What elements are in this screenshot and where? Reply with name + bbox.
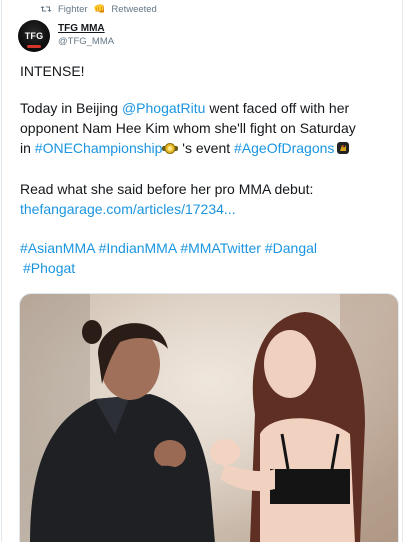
avatar-accent	[27, 45, 41, 48]
mention-link[interactable]: @PhogatRitu	[122, 100, 205, 116]
hashtag-link[interactable]: #IndianMMA	[99, 240, 177, 256]
tweet-card[interactable]: Fighter 👊 Retweeted TFG TFG MMA @TFG_MMA…	[1, 0, 403, 542]
hashtag-link[interactable]: #AsianMMA	[20, 240, 95, 256]
retweet-context: Fighter 👊 Retweeted	[40, 2, 157, 16]
hashtag-row: #AsianMMA #IndianMMA #MMATwitter #Dangal	[20, 238, 317, 258]
tweet-line: opponent Nam Hee Kim whom she'll fight o…	[20, 120, 356, 136]
hashtag-link[interactable]: #AgeOfDragons	[234, 140, 334, 156]
hashtag-link[interactable]: #Phogat	[23, 260, 75, 276]
author-name[interactable]: TFG MMA	[58, 23, 105, 34]
championship-belt-icon	[162, 143, 179, 154]
tweet-text: Today in Beijing	[20, 100, 122, 116]
retweeted-label: Retweeted	[111, 3, 157, 15]
hashtag-row: #Phogat	[23, 258, 75, 278]
avatar-logo-text: TFG	[24, 31, 44, 41]
tweet-text: in	[20, 140, 35, 156]
tweet-photo[interactable]	[19, 293, 399, 542]
avatar[interactable]: TFG	[18, 20, 50, 52]
hashtag-link[interactable]: #ONEChampionship	[35, 140, 163, 156]
tweet-line: Today in Beijing @PhogatRitu went faced …	[20, 98, 349, 118]
tweet-line: in #ONEChampionship 's event #AgeOfDrago…	[20, 138, 350, 158]
tweet-line-intense: INTENSE!	[20, 63, 85, 79]
retweet-icon	[40, 6, 52, 12]
dragon-hashflag-icon	[337, 142, 350, 154]
author-handle[interactable]: @TFG_MMA	[58, 36, 114, 47]
hashtag-link[interactable]: #MMATwitter	[180, 240, 261, 256]
retweeter-name[interactable]: Fighter	[58, 4, 88, 15]
tweet-text: went faced off with her	[205, 100, 350, 116]
hashtag-link[interactable]: #Dangal	[265, 240, 317, 256]
article-link[interactable]: thefangarage.com/articles/17234...	[20, 199, 236, 219]
faceoff-photo	[20, 294, 398, 542]
tweet-text: 's event	[178, 140, 235, 156]
tweet-line: Read what she said before her pro MMA de…	[20, 181, 314, 197]
retweeter-emoji: 👊	[93, 3, 106, 15]
